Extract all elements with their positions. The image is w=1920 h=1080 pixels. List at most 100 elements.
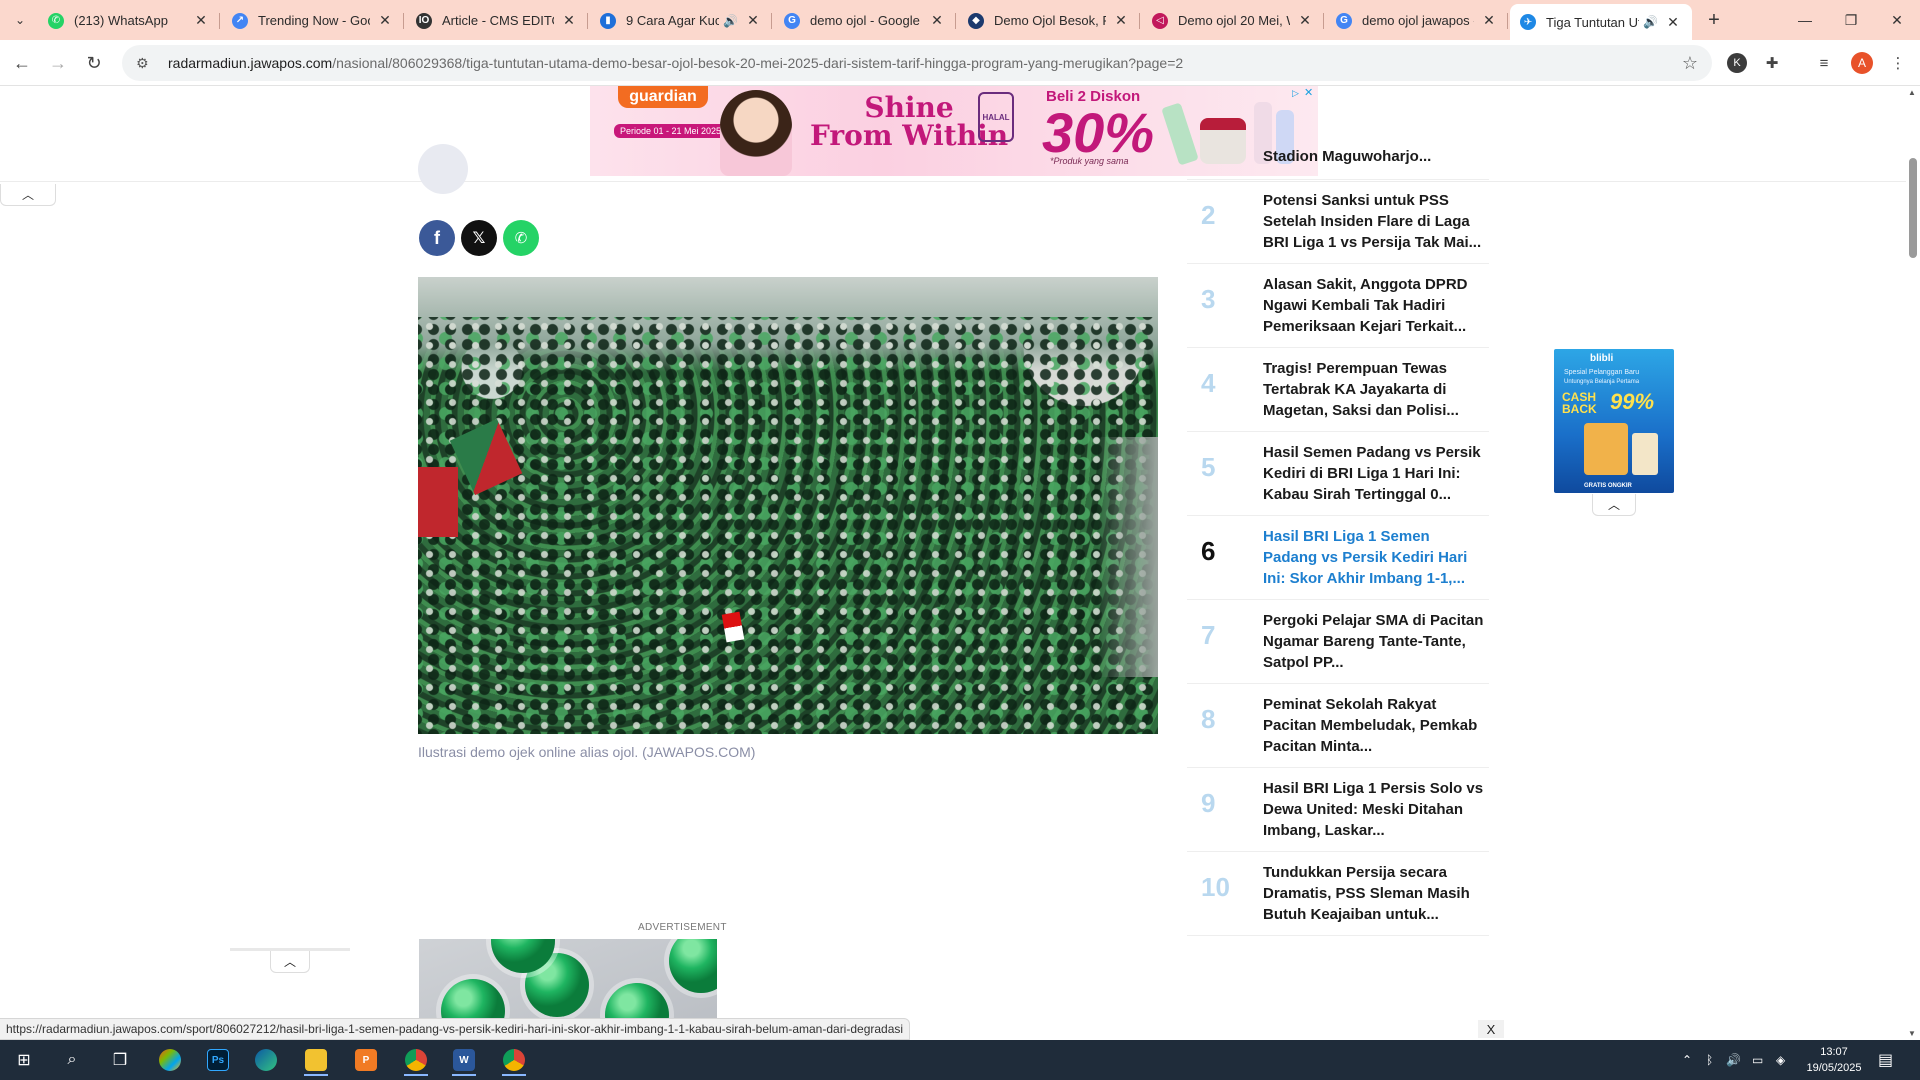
network-icon[interactable]: ▭ [1752,1040,1763,1080]
ad-close-icon[interactable]: ✕ [1304,88,1316,100]
windows-taskbar: ⊞ ⌕ ❒ Ps P W ⌃ ᛒ 🔊 ▭ ◈ 13:07 19/05/2025 … [0,1040,1920,1080]
tab-9[interactable]: ✈ Tiga Tuntutan Utama 🔊 ✕ [1510,4,1692,40]
windows-start-icon[interactable]: ⊞ [4,1044,44,1076]
tab-title: Trending Now - Google Trends [258,13,370,28]
close-tab-icon[interactable]: ✕ [1296,12,1314,30]
blibli-side-ad[interactable]: blibli Spesial Pelanggan Baru Untungnya … [1554,349,1674,493]
menu-icon[interactable]: ⋮ [1886,51,1910,75]
tray-chevron-icon[interactable]: ⌃ [1682,1040,1692,1080]
popular-item-title[interactable]: Hasil BRI Liga 1 Semen Padang vs Persik … [1263,526,1485,589]
popular-item-rank: 4 [1201,368,1216,398]
file-explorer-icon[interactable] [296,1044,336,1076]
copilot-icon[interactable] [150,1044,190,1076]
share-whatsapp-button[interactable]: ✆ [503,220,539,256]
popular-item-title[interactable]: Peminat Sekolah Rakyat Pacitan Membeluda… [1263,694,1485,757]
popular-item-title[interactable]: Pergoki Pelajar SMA di Pacitan Ngamar Ba… [1263,610,1485,673]
edge-icon[interactable] [246,1044,286,1076]
restore-icon[interactable]: ❐ [1836,8,1866,32]
photoshop-icon[interactable]: Ps [198,1044,238,1076]
side-ad-line1: Spesial Pelanggan Baru [1564,369,1640,376]
popular-item[interactable]: 6 Hasil BRI Liga 1 Semen Padang vs Persik… [1187,516,1489,600]
reload-icon[interactable]: ↻ [80,49,108,77]
popular-item[interactable]: 9 Hasil BRI Liga 1 Persis Solo vs Dewa Un… [1187,768,1489,852]
notifications-icon[interactable]: ▤ [1878,1040,1893,1080]
tab-5[interactable]: Gdemo ojol - Google Search ✕ [774,4,956,37]
popular-item-partial[interactable]: Stadion Maguwoharjo... [1187,150,1489,180]
url-host: radarmadiun.jawapos.com [168,55,333,71]
tab-search-icon[interactable]: ⌄ [8,8,32,32]
scroll-thumb[interactable] [1909,158,1917,258]
site-info-icon[interactable]: ⚙ [136,55,154,72]
tab-6[interactable]: ◆ Demo Ojol Besok, Rib ✕ [958,4,1140,37]
collapse-bottom-ad-button[interactable]: ︿ [270,951,310,973]
chrome-icon[interactable] [396,1044,436,1076]
powerpoint-viewer-icon[interactable]: P [346,1044,386,1076]
chevron-up-icon: ︿ [283,955,296,969]
tab-title: Demo Ojol Besok, Rib [994,13,1106,28]
tab-2[interactable]: ↗ Trending Now - Google Trends ✕ [222,4,404,37]
sticky-ad-close-button[interactable]: X [1478,1020,1504,1038]
tab-audio-icon[interactable]: 🔊 [1643,15,1658,29]
popular-item[interactable]: 3 Alasan Sakit, Anggota DPRD Ngawi Kembal… [1187,264,1489,348]
security-icon[interactable]: ◈ [1776,1040,1785,1080]
popular-item[interactable]: 7 Pergoki Pelajar SMA di Pacitan Ngamar B… [1187,600,1489,684]
share-facebook-button[interactable]: f [419,220,455,256]
word-icon[interactable]: W [444,1044,484,1076]
side-ad-free-shipping: GRATIS ONGKIR [1584,483,1632,489]
close-tab-icon[interactable]: ✕ [192,12,210,30]
tab-1[interactable]: ✆ (213) WhatsApp ✕ [38,4,220,37]
tab-title: (213) WhatsApp [74,13,168,28]
popular-item-title[interactable]: Alasan Sakit, Anggota DPRD Ngawi Kembali… [1263,274,1485,337]
minimize-icon[interactable]: — [1790,8,1820,32]
bluetooth-icon[interactable]: ᛒ [1706,1040,1713,1080]
address-bar[interactable]: ⚙ radarmadiun.jawapos.com /nasional/8060… [122,45,1712,81]
collapse-side-ad-button[interactable]: ︿ [1592,494,1636,516]
close-tab-icon[interactable]: ✕ [1112,12,1130,30]
popular-item-title[interactable]: Potensi Sanksi untuk PSS Setelah Insiden… [1263,190,1485,253]
popular-item[interactable]: 4 Tragis! Perempuan Tewas Tertabrak KA Ja… [1187,348,1489,432]
bookmark-icon: ▮ [600,12,616,29]
scroll-up-icon[interactable]: ▲ [1908,88,1916,97]
collapse-left-ad-button[interactable]: ︿ [0,184,56,206]
side-ad-percent: 99% [1610,389,1655,414]
forward-icon[interactable]: → [44,49,72,77]
bookmark-star-icon[interactable]: ☆ [1682,53,1698,74]
task-view-icon[interactable]: ❒ [100,1044,140,1076]
popular-item-rank: 6 [1201,536,1216,566]
popular-item-title[interactable]: Tragis! Perempuan Tewas Tertabrak KA Jay… [1263,358,1485,421]
back-icon[interactable]: ← [8,49,36,77]
popular-item-title[interactable]: Hasil BRI Liga 1 Persis Solo vs Dewa Uni… [1263,778,1485,841]
share-x-button[interactable]: 𝕏 [461,220,497,256]
page-scrollbar[interactable]: ▲ ▼ [1906,86,1920,1040]
new-tab-button[interactable]: + [1702,8,1726,32]
close-tab-icon[interactable]: ✕ [560,12,578,30]
close-tab-icon[interactable]: ✕ [744,12,762,30]
popular-item[interactable]: 5 Hasil Semen Padang vs Persik Kediri di … [1187,432,1489,516]
close-tab-icon[interactable]: ✕ [1480,12,1498,30]
close-window-icon[interactable]: ✕ [1882,8,1912,32]
profile-avatar[interactable]: A [1850,51,1874,75]
tab-3[interactable]: IO Article - CMS EDITOR ✕ [406,4,588,37]
adchoices-icon[interactable]: ▷ [1292,88,1304,100]
cms-icon: IO [416,12,432,29]
chrome-profile-icon[interactable] [494,1044,534,1076]
popular-item[interactable]: 2 Potensi Sanksi untuk PSS Setelah Inside… [1187,180,1489,264]
search-icon[interactable]: ⌕ [52,1044,92,1076]
close-tab-icon[interactable]: ✕ [376,12,394,30]
popular-item-title[interactable]: Tundukkan Persija secara Dramatis, PSS S… [1263,862,1485,925]
taskbar-clock[interactable]: 13:07 19/05/2025 [1802,1044,1866,1076]
tab-7[interactable]: ◁ Demo ojol 20 Mei, W ✕ [1142,4,1324,37]
scroll-down-icon[interactable]: ▼ [1908,1029,1916,1038]
profile-k-icon[interactable]: K [1725,51,1749,75]
popular-item[interactable]: 10 Tundukkan Persija secara Dramatis, PSS… [1187,852,1489,936]
close-tab-icon[interactable]: ✕ [928,12,946,30]
media-control-icon[interactable]: ≡ [1812,51,1836,75]
tab-audio-icon[interactable]: 🔊 [723,14,738,28]
tab-8[interactable]: Gdemo ojol jawapos - Google Search ✕ [1326,4,1508,37]
popular-item-title[interactable]: Hasil Semen Padang vs Persik Kediri di B… [1263,442,1485,505]
popular-item[interactable]: 8 Peminat Sekolah Rakyat Pacitan Membelud… [1187,684,1489,768]
tab-4[interactable]: ▮ 9 Cara Agar Kucing🔊 ✕ [590,4,772,37]
close-tab-icon[interactable]: ✕ [1664,13,1682,31]
extensions-icon[interactable]: ✚ [1760,51,1784,75]
volume-icon[interactable]: 🔊 [1726,1040,1741,1080]
